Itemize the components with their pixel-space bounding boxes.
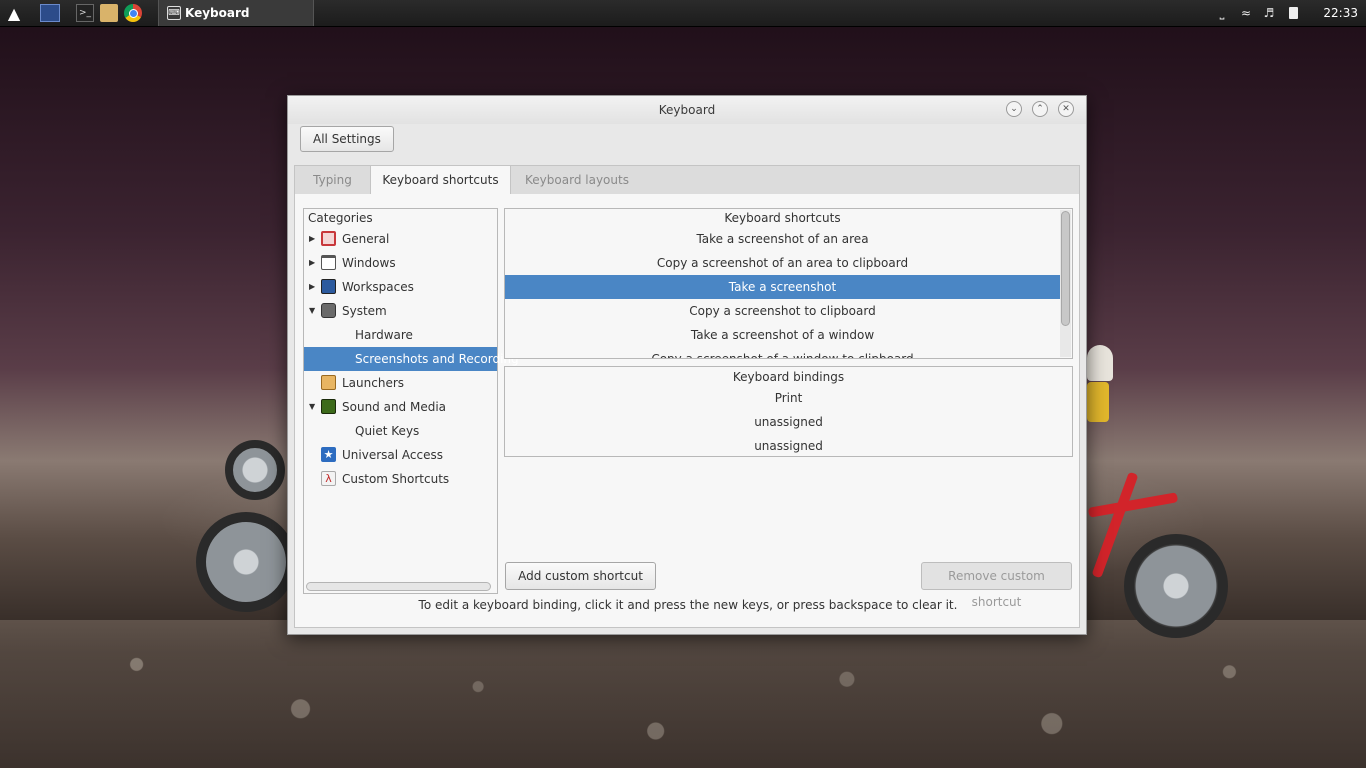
- launchers-icon: [321, 375, 336, 390]
- shortcut-row-selected[interactable]: Take a screenshot: [505, 275, 1060, 299]
- category-label: Universal Access: [342, 448, 443, 462]
- tab-keyboard-layouts[interactable]: Keyboard layouts: [511, 166, 643, 195]
- categories-list[interactable]: Categories ▶ General ▶ Windows ▶ Workspa…: [303, 208, 519, 594]
- shortcuts-list-header: Keyboard shortcuts: [724, 211, 841, 225]
- bindings-list[interactable]: Keyboard bindings Print unassigned unass…: [504, 366, 1073, 457]
- window-titlebar[interactable]: Keyboard ⌄ ⌃ ✕: [288, 96, 1086, 124]
- binding-row[interactable]: unassigned: [505, 434, 1072, 458]
- category-label: Screenshots and Recording: [355, 352, 519, 366]
- window-toolbar: All Settings: [288, 124, 1086, 156]
- tab-keyboard-shortcuts[interactable]: Keyboard shortcuts: [370, 166, 511, 196]
- category-screenshots-and-recording[interactable]: Screenshots and Recording: [304, 347, 519, 371]
- shortcut-row[interactable]: Copy a screenshot of an area to clipboar…: [505, 251, 1060, 275]
- expander-down-icon[interactable]: ▼: [309, 395, 315, 419]
- wallpaper-figure-face: [1087, 382, 1109, 422]
- category-windows[interactable]: ▶ Windows: [304, 251, 497, 275]
- minimize-button[interactable]: ⌄: [1006, 101, 1022, 117]
- categories-header: Categories: [308, 211, 373, 225]
- category-quiet-keys[interactable]: Quiet Keys: [304, 419, 497, 443]
- category-universal-access[interactable]: ★ Universal Access: [304, 443, 497, 467]
- category-system[interactable]: ▼ System: [304, 299, 497, 323]
- category-sound-and-media[interactable]: ▼ Sound and Media: [304, 395, 497, 419]
- tab-keyboard-layouts-label: Keyboard layouts: [525, 173, 629, 187]
- remove-custom-shortcut-button[interactable]: Remove custom shortcut: [921, 562, 1072, 609]
- tab-content: Categories ▶ General ▶ Windows ▶ Workspa…: [294, 194, 1080, 628]
- top-panel: ▲ >_ ⌨ Keyboard ⎵ ≈ ♬ 22:33: [0, 0, 1366, 27]
- edit-hint-text: To edit a keyboard binding, click it and…: [418, 598, 958, 612]
- category-label: Sound and Media: [342, 400, 447, 414]
- keyboard-settings-window: Keyboard ⌄ ⌃ ✕ All Settings Typing Keybo…: [287, 95, 1087, 635]
- keyboard-settings-icon: ⌨: [167, 6, 181, 20]
- tab-typing[interactable]: Typing: [295, 166, 370, 195]
- general-icon: [321, 231, 336, 246]
- system-icon: [321, 303, 336, 318]
- sound-media-icon: [321, 399, 336, 414]
- window-title: Keyboard: [658, 103, 716, 117]
- binding-row[interactable]: unassigned: [505, 410, 1072, 434]
- tab-bar: Typing Keyboard shortcuts Keyboard layou…: [294, 165, 1080, 196]
- expander-right-icon[interactable]: ▶: [309, 251, 315, 275]
- category-label: Custom Shortcuts: [342, 472, 450, 486]
- battery-icon[interactable]: [1284, 4, 1302, 22]
- category-label: Windows: [342, 256, 396, 270]
- expander-right-icon[interactable]: ▶: [309, 227, 315, 251]
- category-label: Launchers: [342, 376, 405, 390]
- file-manager-icon[interactable]: [100, 4, 118, 22]
- shortcuts-vertical-scrollbar[interactable]: [1060, 210, 1071, 357]
- category-custom-shortcuts[interactable]: λ Custom Shortcuts: [304, 467, 497, 491]
- maximize-button[interactable]: ⌃: [1032, 101, 1048, 117]
- binding-row[interactable]: Print: [505, 386, 1072, 410]
- windows-icon: [321, 255, 336, 270]
- expander-down-icon[interactable]: ▼: [309, 299, 315, 323]
- all-settings-button[interactable]: All Settings: [300, 126, 394, 152]
- shortcut-row[interactable]: Take a screenshot of a window: [505, 323, 1060, 347]
- category-hardware[interactable]: Hardware: [304, 323, 497, 347]
- wallpaper-helmet: [1087, 345, 1113, 381]
- universal-access-icon: ★: [321, 447, 336, 462]
- category-workspaces[interactable]: ▶ Workspaces: [304, 275, 497, 299]
- category-general[interactable]: ▶ General: [304, 227, 497, 251]
- arch-menu-icon[interactable]: ▲: [5, 4, 23, 23]
- expander-right-icon[interactable]: ▶: [309, 275, 315, 299]
- wallpaper-ground: [0, 620, 1366, 768]
- wallpaper-wheel-left: [196, 512, 296, 612]
- close-button[interactable]: ✕: [1058, 101, 1074, 117]
- panel-clock[interactable]: 22:33: [1323, 6, 1358, 20]
- terminal-icon[interactable]: >_: [76, 4, 94, 22]
- shortcut-row[interactable]: Copy a screenshot to clipboard: [505, 299, 1060, 323]
- shortcut-row[interactable]: Copy a screenshot of a window to clipboa…: [505, 347, 1060, 358]
- keyboard-layout-icon[interactable]: ⎵: [1213, 4, 1231, 22]
- workspaces-icon: [321, 279, 336, 294]
- category-label: Hardware: [355, 328, 413, 342]
- wallpaper-wheel-right: [1124, 534, 1228, 638]
- add-custom-shortcut-button[interactable]: Add custom shortcut: [505, 562, 656, 590]
- volume-icon[interactable]: ♬: [1260, 4, 1278, 22]
- wifi-icon[interactable]: ≈: [1237, 4, 1255, 22]
- shortcut-row[interactable]: Take a screenshot of an area: [505, 227, 1060, 251]
- tab-typing-label: Typing: [313, 173, 352, 187]
- taskbar-window-title: Keyboard: [185, 6, 250, 20]
- shortcuts-list[interactable]: Keyboard shortcuts Take a screenshot of …: [504, 208, 1073, 359]
- wallpaper-wheel-left-small: [225, 440, 285, 500]
- category-label: Workspaces: [342, 280, 414, 294]
- taskbar-keyboard-window[interactable]: ⌨ Keyboard: [158, 0, 314, 26]
- category-launchers[interactable]: Launchers: [304, 371, 497, 395]
- chrome-icon[interactable]: [124, 4, 142, 22]
- wallpaper-bike-frame: [1087, 492, 1179, 518]
- category-label: System: [342, 304, 387, 318]
- scrollbar-thumb[interactable]: [1061, 211, 1070, 326]
- categories-horizontal-scrollbar[interactable]: [306, 582, 491, 591]
- custom-shortcuts-icon: λ: [321, 471, 336, 486]
- chrome-icon-center: [128, 8, 138, 18]
- battery-body: [1288, 7, 1298, 19]
- category-label: General: [342, 232, 390, 246]
- category-label: Quiet Keys: [355, 424, 420, 438]
- workspace-switcher-icon[interactable]: [40, 4, 60, 22]
- tab-keyboard-shortcuts-label: Keyboard shortcuts: [382, 173, 499, 187]
